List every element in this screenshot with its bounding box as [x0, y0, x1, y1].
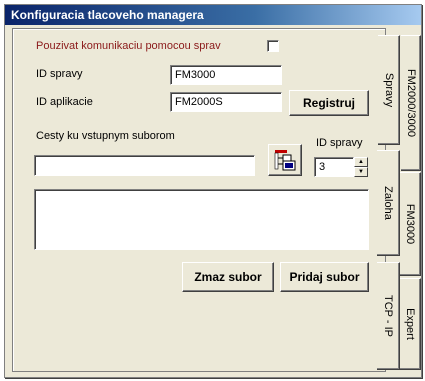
tab-expert-label: Expert — [404, 308, 416, 340]
message-id-spinner[interactable]: 3 — [314, 157, 354, 177]
folder-tree-icon — [274, 150, 296, 171]
tab-zaloha-label: Zaloha — [382, 186, 394, 220]
browse-button[interactable] — [268, 144, 302, 176]
tab-fm2000-3000-label: FM2000/3000 — [404, 69, 417, 137]
message-id-input[interactable]: FM3000 — [170, 65, 282, 85]
message-id-label: ID spravy — [36, 68, 83, 80]
tab-zaloha[interactable]: Zaloha — [377, 150, 400, 256]
title-bar: Konfiguracia tlacoveho managera — [5, 5, 421, 25]
use-messages-label: Pouzivat komunikaciu pomocou sprav — [36, 40, 221, 52]
tab-tcp-ip-label: TCP - IP — [382, 295, 394, 337]
spin-up-button[interactable]: ▲ — [354, 157, 368, 167]
tab-fm3000-label: FM3000 — [404, 203, 416, 245]
delete-file-button[interactable]: Zmaz subor — [182, 262, 274, 292]
register-button[interactable]: Registruj — [289, 90, 369, 116]
use-messages-checkbox[interactable] — [267, 40, 279, 52]
tab-spravy[interactable]: Spravy — [378, 35, 400, 145]
paths-listbox[interactable] — [34, 189, 369, 250]
tab-fm2000-3000[interactable]: FM2000/3000 — [401, 35, 421, 171]
input-paths-label: Cesty ku vstupnym suborom — [36, 130, 175, 142]
tab-spravy-label: Spravy — [382, 72, 395, 108]
tab-tcp-ip[interactable]: TCP - IP — [377, 262, 400, 370]
spin-label: ID spravy — [316, 137, 363, 149]
add-file-button[interactable]: Pridaj subor — [280, 262, 369, 292]
tab-expert[interactable]: Expert — [400, 278, 421, 370]
window-title: Konfiguracia tlacoveho managera — [11, 8, 204, 22]
spin-down-button[interactable]: ▼ — [354, 167, 368, 177]
path-input[interactable] — [34, 155, 255, 176]
tab-fm3000[interactable]: FM3000 — [400, 172, 421, 276]
app-id-input[interactable]: FM2000S — [170, 92, 282, 112]
app-id-label: ID aplikacie — [36, 96, 93, 108]
